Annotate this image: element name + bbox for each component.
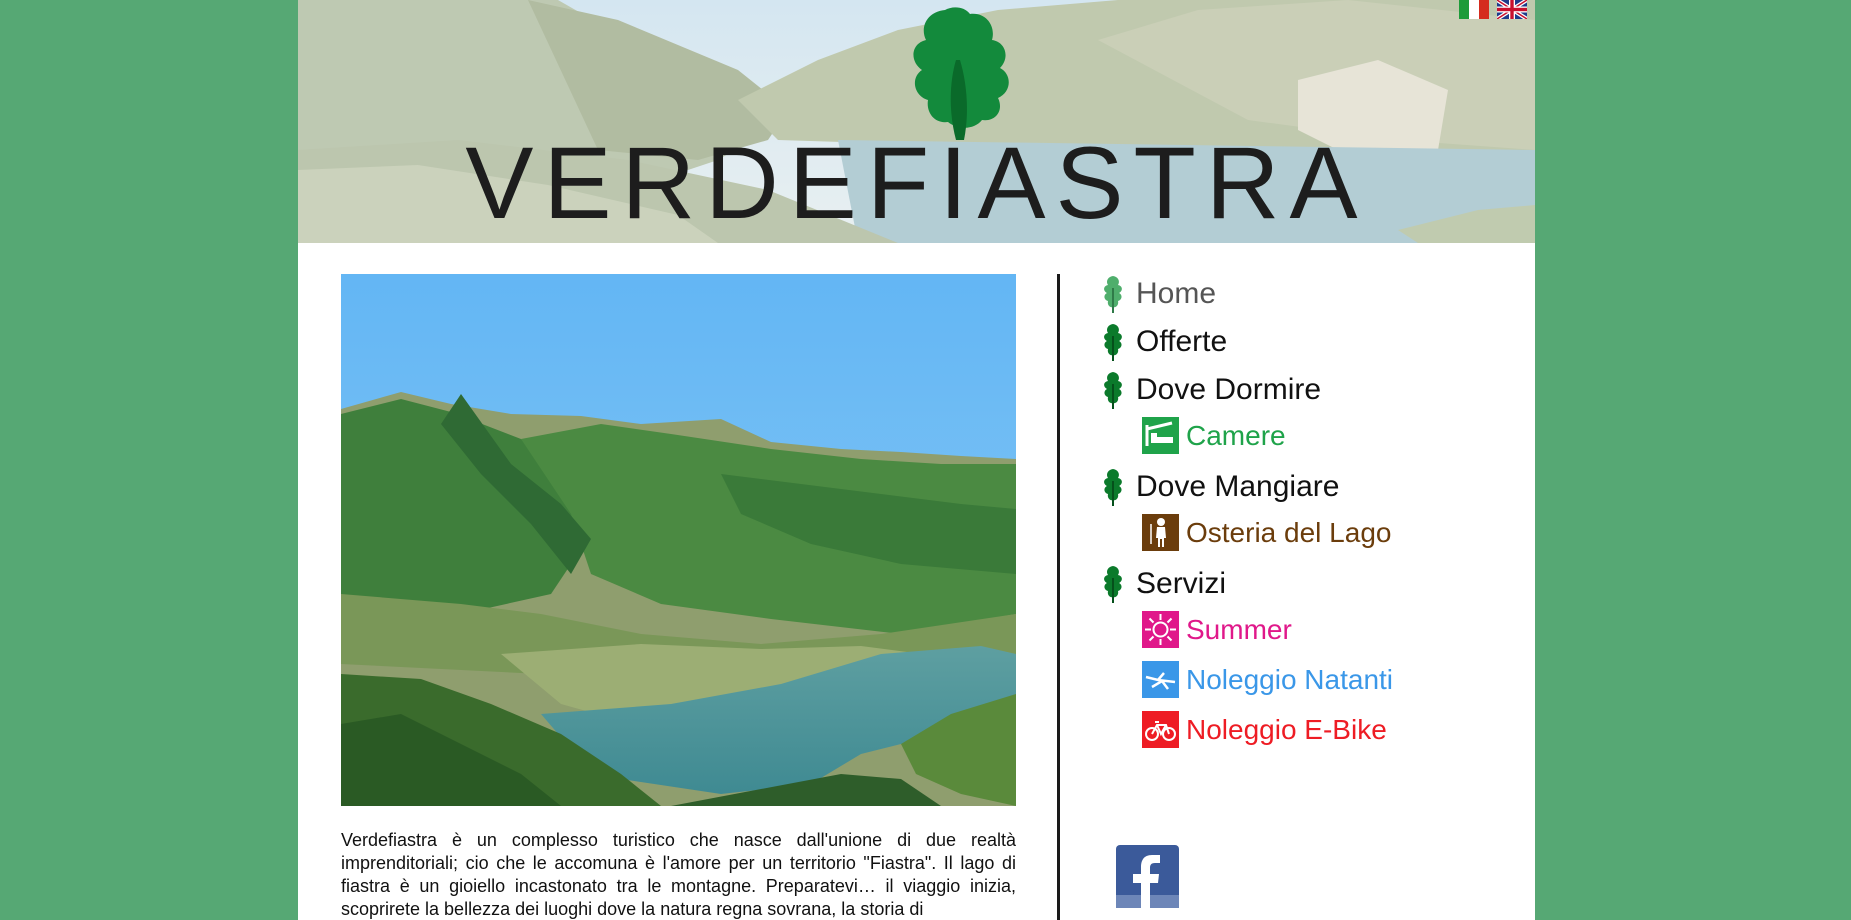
nav-label-servizi: Servizi bbox=[1136, 567, 1227, 600]
bicycle-icon bbox=[1142, 711, 1179, 748]
nav-subitem-noleggio-natanti[interactable]: Noleggio Natanti bbox=[1142, 661, 1393, 698]
nav-label-dove-dormire: Dove Dormire bbox=[1136, 373, 1322, 406]
boat-icon bbox=[1142, 661, 1179, 698]
nav-label-summer: Summer bbox=[1186, 613, 1292, 645]
nav-item-servizi[interactable]: Servizi bbox=[1098, 564, 1226, 604]
nav-subitem-noleggio-ebike[interactable]: Noleggio E-Bike bbox=[1142, 711, 1387, 748]
nav-label-dove-mangiare: Dove Mangiare bbox=[1136, 470, 1340, 503]
uk-flag-icon[interactable] bbox=[1497, 0, 1527, 19]
facebook-icon[interactable] bbox=[1116, 845, 1179, 908]
nav-label-noleggio-ebike: Noleggio E-Bike bbox=[1186, 713, 1387, 745]
header-banner: VERDEFIASTRA bbox=[298, 0, 1535, 243]
lake-valley-photo bbox=[341, 274, 1016, 806]
nav-label-camere: Camere bbox=[1186, 419, 1286, 451]
intro-paragraph: Verdefiastra è un complesso turistico ch… bbox=[341, 830, 1016, 919]
nav-item-offerte[interactable]: Offerte bbox=[1098, 322, 1227, 362]
nav-item-dove-dormire[interactable]: Dove Dormire bbox=[1098, 370, 1321, 410]
nav-label-noleggio-natanti: Noleggio Natanti bbox=[1186, 663, 1394, 695]
italian-flag-icon[interactable] bbox=[1459, 0, 1489, 19]
language-switcher bbox=[1459, 0, 1527, 19]
chef-icon bbox=[1142, 514, 1179, 551]
nav-subitem-summer[interactable]: Summer bbox=[1142, 611, 1292, 648]
oak-leaf-icon bbox=[1104, 372, 1122, 409]
nav-label-osteria: Osteria del Lago bbox=[1186, 516, 1392, 548]
sun-icon bbox=[1142, 611, 1179, 648]
nav-item-dove-mangiare[interactable]: Dove Mangiare bbox=[1098, 467, 1339, 507]
oak-leaf-icon bbox=[1104, 469, 1122, 506]
oak-leaf-icon bbox=[1104, 276, 1122, 313]
vertical-divider bbox=[1057, 274, 1060, 920]
site-logo-text: VERDEFIASTRA bbox=[465, 126, 1368, 240]
nav-label-offerte: Offerte bbox=[1136, 325, 1228, 358]
nav-subitem-camere[interactable]: Camere bbox=[1142, 417, 1286, 454]
bed-icon bbox=[1142, 417, 1179, 454]
nav-item-home[interactable]: Home bbox=[1098, 274, 1216, 314]
oak-leaf-icon bbox=[1104, 324, 1122, 361]
nav-subitem-osteria[interactable]: Osteria del Lago bbox=[1142, 514, 1391, 551]
page-container: VERDEFIASTRA Verdefiastra è un complesso… bbox=[298, 0, 1535, 920]
oak-leaf-icon bbox=[1104, 566, 1122, 603]
nav-label-home: Home bbox=[1136, 277, 1217, 310]
